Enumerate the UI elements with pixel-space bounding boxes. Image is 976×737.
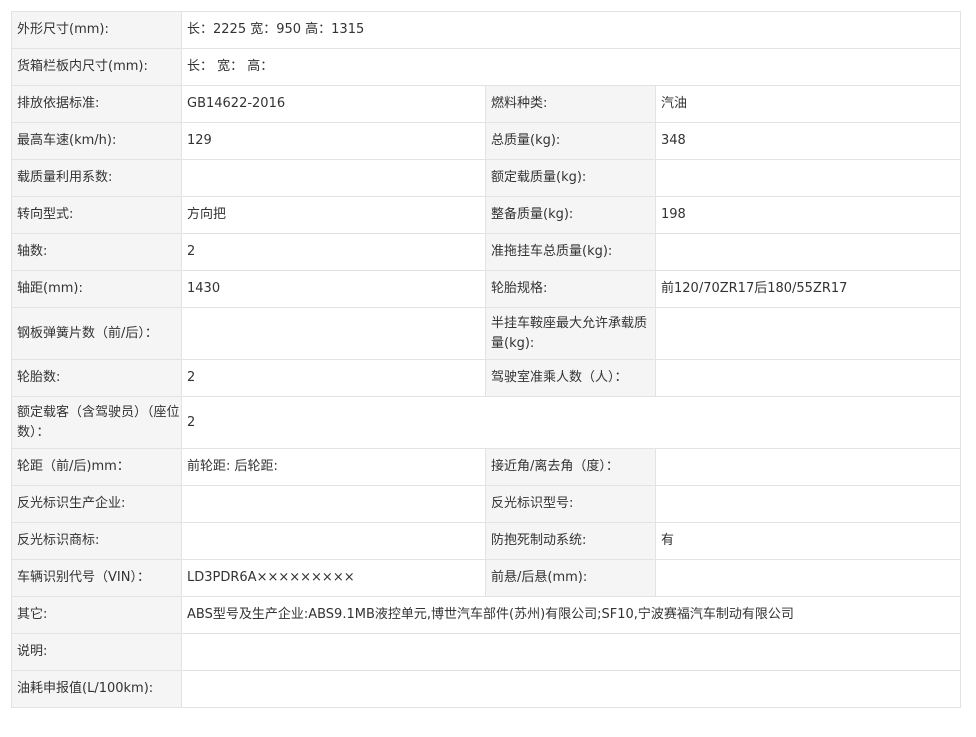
table-row: 其它: ABS型号及生产企业:ABS9.1MB液控单元,博世汽车部件(苏州)有限…: [11, 596, 962, 634]
vehicle-spec-table: 外形尺寸(mm): 长：2225 宽：950 高：1315 货箱栏板内尺寸(mm…: [11, 11, 962, 708]
spec-value: [180, 633, 962, 671]
spec-label: 转向型式:: [11, 196, 182, 234]
spec-label: 反光标识型号:: [485, 485, 656, 523]
spec-label: 额定载客（含驾驶员）（座位数）：: [11, 396, 182, 449]
spec-label: 钢板弹簧片数（前/后）：: [11, 307, 182, 360]
table-row: 车辆识别代号（VIN）： LD3PDR6A××××××××× 前悬/后悬(mm)…: [11, 559, 962, 597]
spec-label: 油耗申报值(L/100km):: [11, 670, 182, 708]
spec-value: [654, 159, 962, 197]
table-row: 轴距(mm): 1430 轮胎规格: 前120/70ZR17后180/55ZR1…: [11, 270, 962, 308]
spec-label: 说明:: [11, 633, 182, 671]
spec-value: [654, 307, 962, 360]
spec-label: 燃料种类:: [485, 85, 656, 123]
table-row: 载质量利用系数: 额定载质量(kg):: [11, 159, 962, 197]
spec-value: 长：2225 宽：950 高：1315: [180, 11, 962, 49]
spec-value: 348: [654, 122, 962, 160]
spec-value: GB14622-2016: [181, 85, 486, 123]
table-row: 油耗申报值(L/100km):: [11, 670, 962, 708]
spec-label: 轮距（前/后)mm：: [11, 448, 182, 486]
spec-value: 1430: [181, 270, 486, 308]
spec-value: 汽油: [654, 85, 962, 123]
spec-label: 车辆识别代号（VIN）：: [11, 559, 182, 597]
table-row: 额定载客（含驾驶员）（座位数）： 2: [11, 396, 962, 449]
spec-value: 129: [181, 122, 486, 160]
table-row: 排放依据标准: GB14622-2016 燃料种类: 汽油: [11, 85, 962, 123]
spec-value: [180, 670, 962, 708]
spec-label: 半挂车鞍座最大允许承载质量(kg):: [485, 307, 656, 360]
spec-value: 有: [654, 522, 962, 560]
table-row: 说明:: [11, 633, 962, 671]
spec-label: 整备质量(kg):: [485, 196, 656, 234]
spec-value: [654, 485, 962, 523]
table-row: 外形尺寸(mm): 长：2225 宽：950 高：1315: [11, 11, 962, 49]
spec-value: 长： 宽： 高：: [180, 48, 962, 86]
table-row: 反光标识商标: 防抱死制动系统: 有: [11, 522, 962, 560]
spec-value: [654, 233, 962, 271]
spec-label: 轮胎数:: [11, 359, 182, 397]
spec-value: [654, 559, 962, 597]
spec-label: 轴距(mm):: [11, 270, 182, 308]
spec-label: 反光标识生产企业:: [11, 485, 182, 523]
spec-value: [654, 359, 962, 397]
spec-label: 前悬/后悬(mm):: [485, 559, 656, 597]
spec-label: 其它:: [11, 596, 182, 634]
spec-value: [654, 448, 962, 486]
spec-value: [181, 522, 486, 560]
table-row: 最高车速(km/h): 129 总质量(kg): 348: [11, 122, 962, 160]
table-row: 反光标识生产企业: 反光标识型号:: [11, 485, 962, 523]
spec-value: LD3PDR6A×××××××××: [181, 559, 486, 597]
spec-label: 外形尺寸(mm):: [11, 11, 182, 49]
spec-label: 总质量(kg):: [485, 122, 656, 160]
spec-label: 最高车速(km/h):: [11, 122, 182, 160]
table-row: 轴数: 2 准拖挂车总质量(kg):: [11, 233, 962, 271]
spec-value: 前轮距: 后轮距:: [181, 448, 486, 486]
spec-value: 198: [654, 196, 962, 234]
spec-label: 货箱栏板内尺寸(mm):: [11, 48, 182, 86]
spec-value: [181, 307, 486, 360]
spec-value: 2: [180, 396, 962, 449]
table-row: 轮距（前/后)mm： 前轮距: 后轮距: 接近角/离去角（度）：: [11, 448, 962, 486]
spec-value: ABS型号及生产企业:ABS9.1MB液控单元,博世汽车部件(苏州)有限公司;S…: [180, 596, 962, 634]
spec-label: 驾驶室准乘人数（人）：: [485, 359, 656, 397]
spec-value: [181, 159, 486, 197]
spec-label: 接近角/离去角（度）：: [485, 448, 656, 486]
spec-label: 载质量利用系数:: [11, 159, 182, 197]
table-row: 钢板弹簧片数（前/后）： 半挂车鞍座最大允许承载质量(kg):: [11, 307, 962, 360]
spec-value: 2: [181, 359, 486, 397]
spec-value: [181, 485, 486, 523]
spec-value: 前120/70ZR17后180/55ZR17: [654, 270, 962, 308]
spec-value: 2: [181, 233, 486, 271]
spec-label: 轮胎规格:: [485, 270, 656, 308]
spec-label: 额定载质量(kg):: [485, 159, 656, 197]
table-row: 转向型式: 方向把 整备质量(kg): 198: [11, 196, 962, 234]
spec-label: 准拖挂车总质量(kg):: [485, 233, 656, 271]
spec-label: 排放依据标准:: [11, 85, 182, 123]
spec-value: 方向把: [181, 196, 486, 234]
table-row: 轮胎数: 2 驾驶室准乘人数（人）：: [11, 359, 962, 397]
spec-label: 反光标识商标:: [11, 522, 182, 560]
spec-label: 防抱死制动系统:: [485, 522, 656, 560]
table-row: 货箱栏板内尺寸(mm): 长： 宽： 高：: [11, 48, 962, 86]
spec-label: 轴数:: [11, 233, 182, 271]
